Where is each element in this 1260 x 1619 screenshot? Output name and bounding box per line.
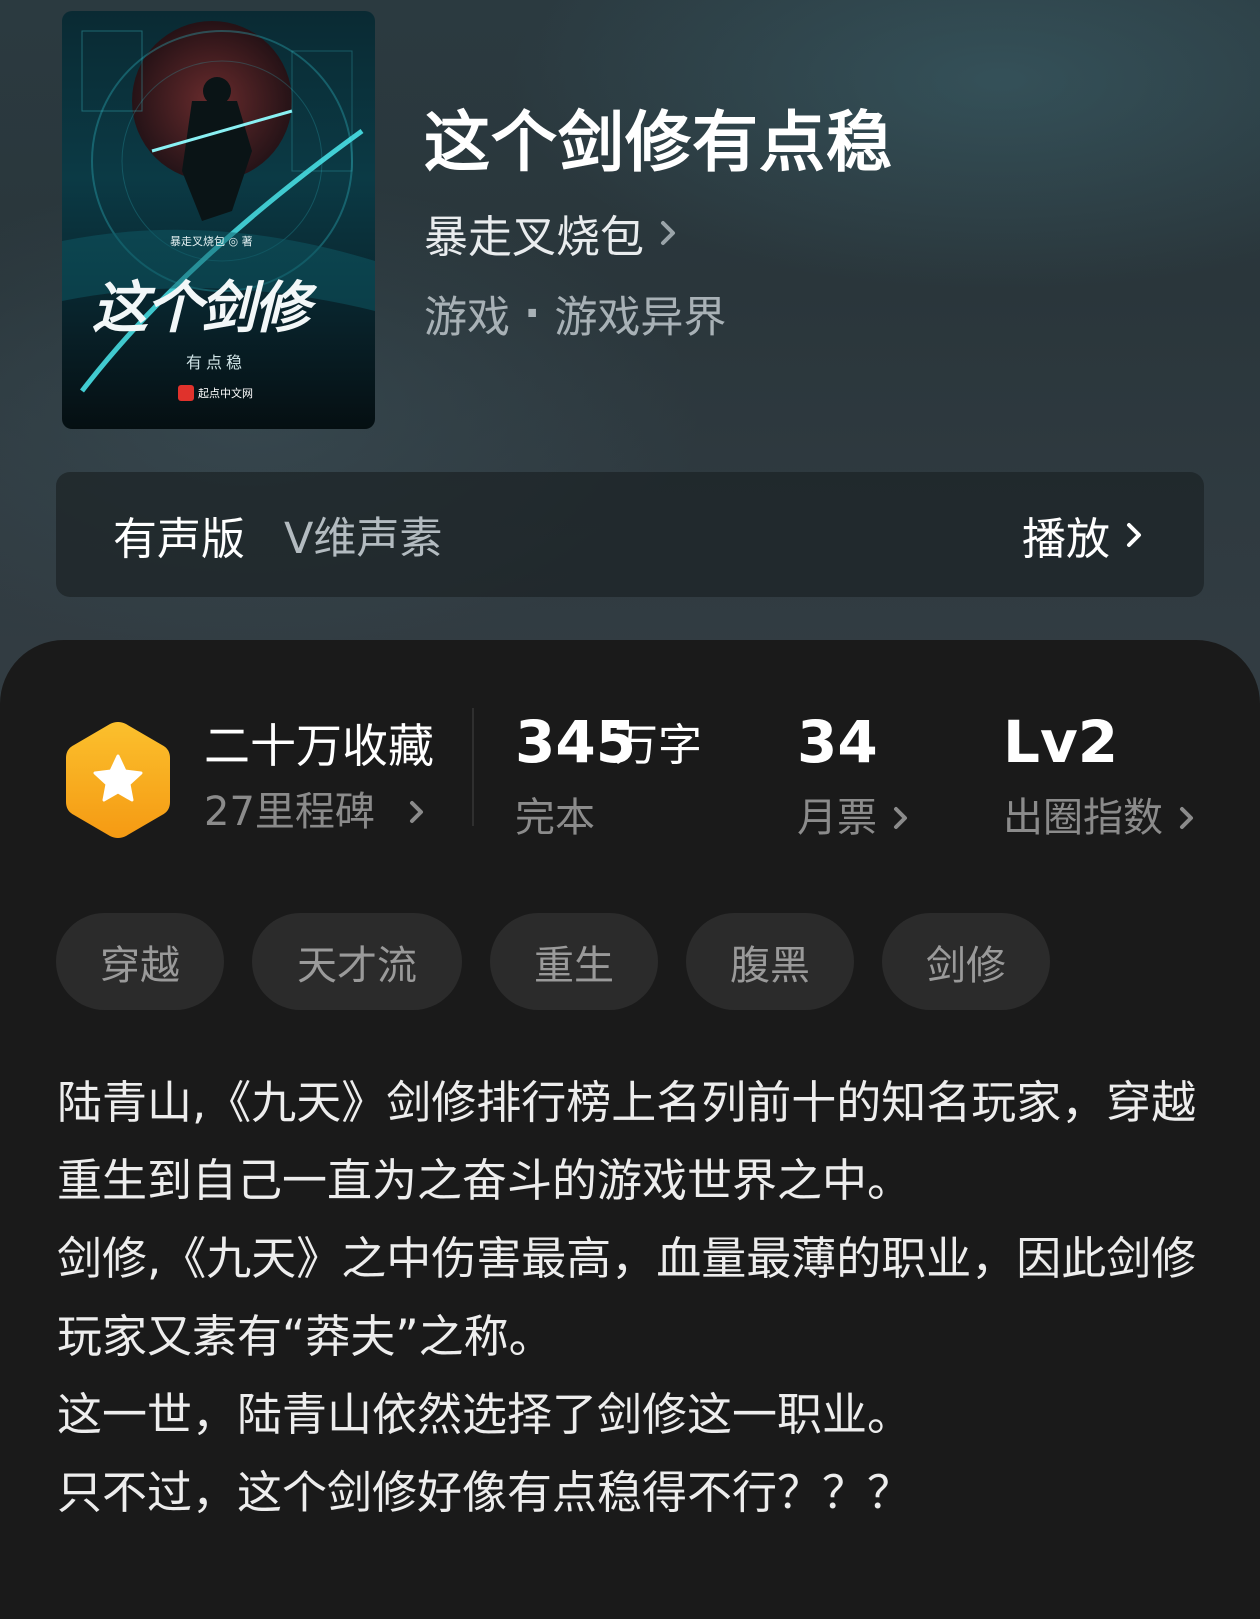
tag-chip[interactable]: 重生 — [490, 913, 658, 1010]
chevron-right-icon — [407, 794, 427, 830]
audio-edition-label: 有声版 — [113, 513, 245, 565]
tag-chip[interactable]: 腹黑 — [686, 913, 854, 1010]
level-label: 出圈指数 — [1003, 795, 1163, 841]
tag-chip[interactable]: 天才流 — [252, 913, 462, 1010]
cover-title-art: 这个剑修 — [92, 275, 310, 341]
genre-primary[interactable]: 游戏 — [424, 283, 510, 345]
genre-secondary[interactable]: 游戏异界 — [554, 283, 726, 345]
author-link[interactable]: 暴走叉烧包 — [424, 205, 680, 263]
stats-divider — [472, 708, 474, 826]
chevron-right-icon — [658, 213, 680, 253]
level-value: Lv2 — [1003, 708, 1119, 776]
chevron-right-icon — [1124, 515, 1146, 555]
genre-separator: · — [524, 289, 541, 339]
completion-status: 完本 — [515, 795, 595, 841]
play-label: 播放 — [1022, 513, 1110, 565]
word-count-unit: 万字 — [614, 720, 702, 771]
monthly-tickets-value: 34 — [797, 708, 878, 776]
cover-subtitle-art: 有点稳 — [186, 353, 247, 372]
tag-chip[interactable]: 剑修 — [882, 913, 1050, 1010]
cover-author-line: 暴走叉烧包 ◎ 著 — [170, 235, 253, 248]
genre-line: 游戏 · 游戏异界 — [424, 283, 726, 345]
synopsis[interactable]: 陆青山,《九天》剑修排行榜上名列前十的知名玩家，穿越重生到自己一直为之奋斗的游戏… — [57, 1064, 1207, 1532]
level-link[interactable]: 出圈指数 — [1003, 792, 1197, 844]
chevron-right-icon — [891, 800, 911, 836]
monthly-tickets-label: 月票 — [797, 795, 877, 841]
milestone-link[interactable]: 27里程碑 — [204, 786, 427, 838]
book-title: 这个剑修有点稳 — [424, 103, 893, 181]
book-cover[interactable]: 暴走叉烧包 ◎ 著 这个剑修 有点稳 起点中文网 — [62, 11, 375, 429]
synopsis-paragraph: 陆青山,《九天》剑修排行榜上名列前十的知名玩家，穿越重生到自己一直为之奋斗的游戏… — [57, 1076, 1197, 1207]
milestone-label: 27里程碑 — [204, 789, 375, 835]
cover-publisher-logo: 起点中文网 — [178, 385, 253, 401]
cover-publisher: 起点中文网 — [198, 387, 253, 400]
monthly-tickets-link[interactable]: 月票 — [797, 792, 911, 844]
author-name: 暴走叉烧包 — [424, 212, 644, 263]
collection-title: 二十万收藏 — [204, 719, 434, 773]
chevron-right-icon — [1177, 800, 1197, 836]
star-hexagon-icon[interactable] — [62, 718, 174, 842]
tag-chip[interactable]: 穿越 — [56, 913, 224, 1010]
play-button[interactable]: 播放 — [1022, 503, 1146, 567]
audio-edition-bar[interactable]: 有声版 V维声素 播放 — [56, 472, 1204, 597]
publisher-mark-icon — [178, 385, 194, 401]
audio-narrator: V维声素 — [284, 513, 443, 564]
synopsis-paragraph: 剑修,《九天》之中伤害最高，血量最薄的职业，因此剑修玩家又素有“莽夫”之称。 — [57, 1232, 1197, 1363]
synopsis-paragraph: 只不过，这个剑修好像有点稳得不行？？？ — [57, 1466, 913, 1519]
synopsis-paragraph: 这一世，陆青山依然选择了剑修这一职业。 — [57, 1388, 913, 1441]
